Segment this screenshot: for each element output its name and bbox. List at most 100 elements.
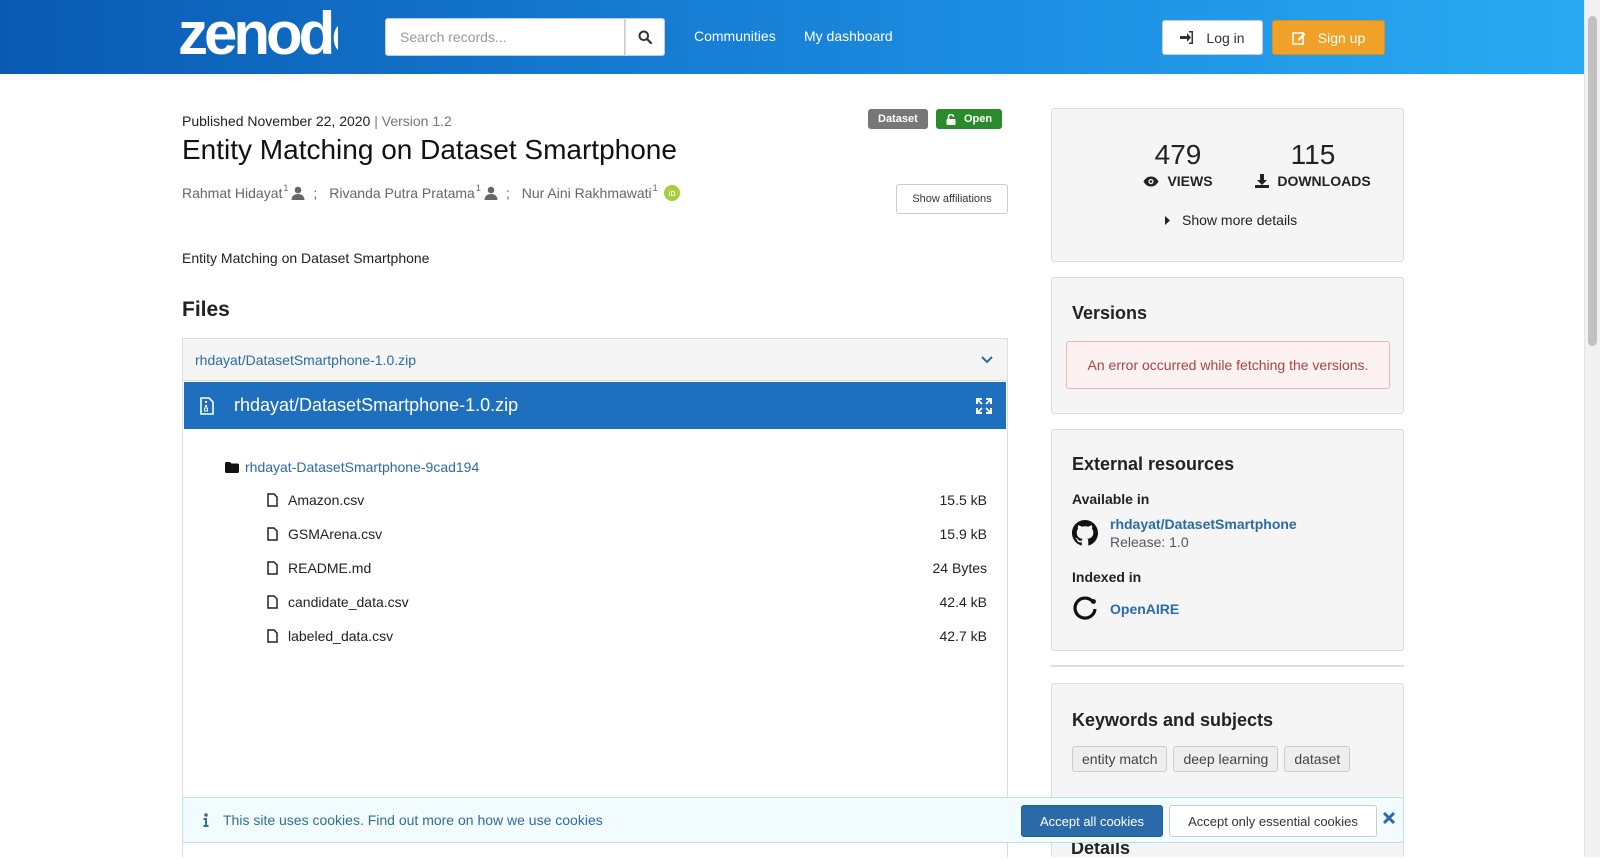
preview-title: rhdayat/DatasetSmartphone-1.0.zip [234, 395, 519, 415]
chevron-down-icon[interactable] [981, 355, 993, 364]
login-button[interactable]: Log in [1162, 20, 1263, 55]
available-in-label: Available in [1072, 491, 1150, 507]
cookie-policy-link[interactable]: how we use cookies [477, 812, 602, 828]
downloads-stat: 115 DOWNLOADS [1248, 139, 1378, 189]
views-count: 479 [1154, 139, 1202, 170]
search-icon [638, 30, 652, 44]
file-row: Amazon.csv 15.5 kB [225, 483, 987, 517]
file-size: 42.7 kB [939, 628, 987, 644]
file-archive-icon [200, 396, 214, 415]
versions-panel: Versions An error occurred while fetchin… [1051, 277, 1404, 414]
affiliation-number: 1 [475, 183, 481, 193]
stats-panel: 479 VIEWS 115 DOWNLOADS Show more detail… [1051, 108, 1404, 262]
person-icon [484, 186, 498, 200]
eye-icon [1143, 176, 1159, 186]
show-more-label: Show more details [1182, 212, 1298, 228]
version-separator: | [370, 113, 382, 129]
file-name: Amazon.csv [288, 492, 365, 508]
file-row: labeled_data.csv 42.7 kB [225, 619, 987, 653]
file-size: 24 Bytes [932, 560, 987, 576]
access-badge: Open [936, 109, 1003, 129]
publication-info: Published November 22, 2020 | Version 1.… [182, 113, 452, 129]
page-scrollbar[interactable] [1584, 0, 1600, 857]
folder-row[interactable]: rhdayat-DatasetSmartphone-9cad194 [225, 457, 987, 477]
sign-in-icon [1180, 31, 1194, 44]
author-list: Rahmat Hidayat 1 ; Rivanda Putra Pratama 1… [182, 183, 680, 201]
version-label: Version 1.2 [381, 113, 452, 129]
file-row: candidate_data.csv 42.4 kB [225, 585, 987, 619]
person-icon [291, 186, 305, 200]
file-name: GSMArena.csv [288, 526, 383, 542]
file-size: 15.5 kB [939, 492, 987, 508]
external-resources-panel: External resources Available in rhdayat/… [1051, 429, 1404, 651]
record-description: Entity Matching on Dataset Smartphone [182, 250, 430, 266]
file-size: 15.9 kB [939, 526, 987, 542]
keyword-tag[interactable]: deep learning [1173, 746, 1279, 772]
zenodo-logo[interactable]: zenodo [178, 6, 338, 62]
close-icon[interactable] [1381, 810, 1397, 826]
orcid-icon[interactable]: iD [663, 185, 680, 201]
keyword-tag[interactable]: entity match [1072, 746, 1168, 772]
nav-communities[interactable]: Communities [694, 28, 776, 44]
scrollbar-thumb[interactable] [1588, 16, 1597, 346]
svg-text:iD: iD [668, 191, 675, 198]
keyword-tag[interactable]: dataset [1284, 746, 1351, 772]
author-name[interactable]: Nur Aini Rakhmawati [522, 185, 652, 201]
affiliation-number: 1 [283, 183, 289, 193]
author-separator: ; [505, 185, 510, 201]
signup-button[interactable]: Sign up [1272, 20, 1385, 55]
show-more-details[interactable]: Show more details [1165, 212, 1297, 228]
keywords-title: Keywords and subjects [1072, 710, 1274, 730]
github-repo-link[interactable]: rhdayat/DatasetSmartphone [1110, 516, 1297, 532]
files-panel: rhdayat/DatasetSmartphone-1.0.zip rhdaya… [182, 338, 1008, 857]
folder-icon [225, 461, 239, 473]
openaire-link[interactable]: OpenAIRE [1110, 601, 1179, 617]
search-form [385, 18, 665, 56]
unlock-icon [946, 113, 956, 125]
views-stat: 479 VIEWS [1126, 139, 1230, 189]
file-name: labeled_data.csv [288, 628, 394, 644]
file-tree: rhdayat-DatasetSmartphone-9cad194 Amazon… [183, 429, 1007, 653]
show-affiliations-button[interactable]: Show affiliations [896, 184, 1008, 214]
accept-all-cookies-button[interactable]: Accept all cookies [1021, 805, 1163, 837]
info-icon [203, 813, 209, 827]
downloads-count: 115 [1290, 139, 1336, 170]
fullscreen-icon[interactable] [976, 397, 992, 414]
versions-error-alert: An error occurred while fetching the ver… [1066, 341, 1390, 389]
file-icon [267, 595, 278, 609]
folder-link[interactable]: rhdayat-DatasetSmartphone-9cad194 [245, 459, 479, 475]
search-input[interactable] [385, 18, 625, 56]
accept-essential-cookies-button[interactable]: Accept only essential cookies [1169, 805, 1377, 837]
file-icon [267, 493, 278, 507]
external-resources-title: External resources [1072, 454, 1235, 474]
author[interactable]: Nur Aini Rakhmawati 1 iD [522, 183, 680, 201]
cookie-banner: This site uses cookies. Find out more on… [182, 797, 1404, 843]
file-row: GSMArena.csv 15.9 kB [225, 517, 987, 551]
author-name[interactable]: Rahmat Hidayat [182, 185, 282, 201]
author[interactable]: Rahmat Hidayat 1 [182, 183, 305, 201]
versions-title: Versions [1072, 303, 1148, 323]
search-button[interactable] [625, 18, 665, 56]
access-badge-label: Open [964, 113, 993, 125]
openaire-icon [1073, 596, 1097, 620]
nav-my-dashboard[interactable]: My dashboard [804, 28, 893, 44]
author[interactable]: Rivanda Putra Pratama 1 [329, 183, 498, 201]
affiliation-number: 1 [652, 183, 658, 193]
downloads-label: DOWNLOADS [1277, 173, 1371, 189]
file-icon [267, 629, 278, 643]
file-icon [267, 527, 278, 541]
signup-label: Sign up [1317, 29, 1366, 46]
archive-link[interactable]: rhdayat/DatasetSmartphone-1.0.zip [195, 352, 416, 368]
publication-date: Published November 22, 2020 [182, 113, 371, 129]
github-icon [1072, 520, 1098, 546]
section-divider [1051, 665, 1404, 667]
caret-right-icon [1165, 215, 1170, 225]
resource-type-badge: Dataset [868, 109, 928, 129]
file-size: 42.4 kB [939, 594, 987, 610]
file-row: README.md 24 Bytes [225, 551, 987, 585]
files-accordion-header[interactable]: rhdayat/DatasetSmartphone-1.0.zip [183, 339, 1007, 381]
login-label: Log in [1206, 29, 1245, 46]
svg-text:zenodo: zenodo [178, 6, 338, 62]
openaire-resource: OpenAIRE [1072, 596, 1179, 622]
author-name[interactable]: Rivanda Putra Pratama [329, 185, 475, 201]
